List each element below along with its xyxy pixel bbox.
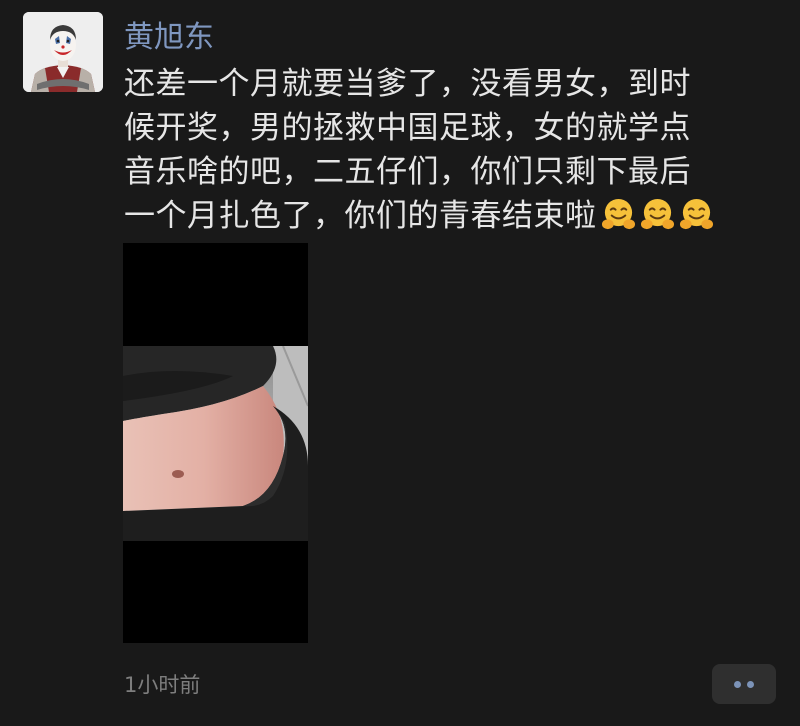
author-name[interactable]: 黄旭东: [124, 16, 214, 60]
post-text-line-content: 一个月扎色了，你们的青春结束啦: [124, 198, 597, 234]
post-text-line: 音乐啥的吧，二五仔们，你们只剩下最后: [124, 154, 691, 190]
belly-photo-icon: [123, 346, 308, 541]
clown-avatar-icon: [23, 12, 103, 92]
avatar[interactable]: [23, 12, 103, 92]
post-text-line: 还差一个月就要当爹了，没看男女，到时: [124, 66, 691, 102]
more-actions-button[interactable]: [712, 664, 776, 704]
post-timestamp: 1小时前: [124, 673, 201, 697]
moments-post: 黄旭东 还差一个月就要当爹了，没看男女，到时 候开奖，男的拯救中国足球，女的就学…: [0, 0, 800, 726]
hugging-face-emoji-icon: [640, 197, 675, 232]
dot-icon: [734, 681, 741, 688]
hugging-face-emoji-icon: [601, 197, 636, 232]
dot-icon: [747, 681, 754, 688]
post-photo[interactable]: [123, 243, 308, 643]
post-text: 还差一个月就要当爹了，没看男女，到时 候开奖，男的拯救中国足球，女的就学点 音乐…: [124, 62, 774, 238]
post-text-line-last: 一个月扎色了，你们的青春结束啦: [124, 194, 774, 238]
hugging-face-emoji-icon: [679, 197, 714, 232]
post-text-line: 候开奖，男的拯救中国足球，女的就学点: [124, 110, 691, 146]
